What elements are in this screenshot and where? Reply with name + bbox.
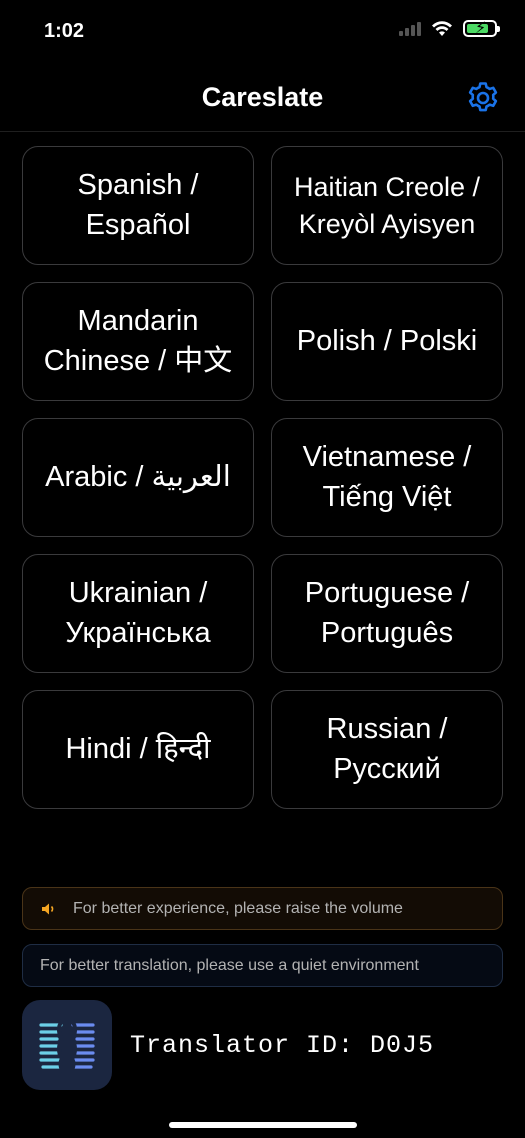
- speaker-icon: [41, 902, 61, 916]
- language-button-russian[interactable]: Russian / Русский: [271, 690, 503, 809]
- page-title: Careslate: [201, 82, 324, 112]
- gear-icon[interactable]: [465, 80, 501, 116]
- volume-tip-banner: For better experience, please raise the …: [22, 887, 503, 930]
- volume-tip-text: For better experience, please raise the …: [73, 899, 403, 917]
- language-button-spanish[interactable]: Spanish / Español: [22, 146, 254, 265]
- status-time: 1:02: [44, 20, 85, 42]
- footer: Translator ID: D0J5: [22, 1000, 434, 1090]
- language-grid: Spanish / Español Haitian Creole / Kreyò…: [22, 146, 503, 809]
- status-icons: ⚡: [399, 20, 500, 37]
- translator-id: Translator ID: D0J5: [130, 1030, 435, 1060]
- quiet-tip-text: For better translation, please use a qui…: [40, 956, 419, 974]
- language-button-ukrainian[interactable]: Ukrainian / Українська: [22, 554, 254, 673]
- battery-charging-icon: ⚡: [463, 20, 500, 37]
- language-button-vietnamese[interactable]: Vietnamese / Tiếng Việt: [271, 418, 503, 537]
- language-button-arabic[interactable]: Arabic / العربية: [22, 418, 254, 537]
- home-indicator[interactable]: [169, 1122, 357, 1128]
- navigation-bar: Careslate: [0, 64, 525, 132]
- status-bar: 1:02 ⚡: [0, 0, 525, 64]
- app-logo-icon: [22, 1000, 112, 1090]
- quiet-tip-banner: For better translation, please use a qui…: [22, 944, 503, 987]
- language-button-polish[interactable]: Polish / Polski: [271, 282, 503, 401]
- cellular-icon: [399, 21, 421, 36]
- wifi-icon: [432, 20, 452, 36]
- language-button-haitian-creole[interactable]: Haitian Creole / Kreyòl Ayisyen: [271, 146, 503, 265]
- language-button-portuguese[interactable]: Portuguese / Português: [271, 554, 503, 673]
- bolt-icon: ⚡: [475, 20, 487, 37]
- language-button-hindi[interactable]: Hindi / हिन्दी: [22, 690, 254, 809]
- language-button-mandarin[interactable]: Mandarin Chinese / 中文: [22, 282, 254, 401]
